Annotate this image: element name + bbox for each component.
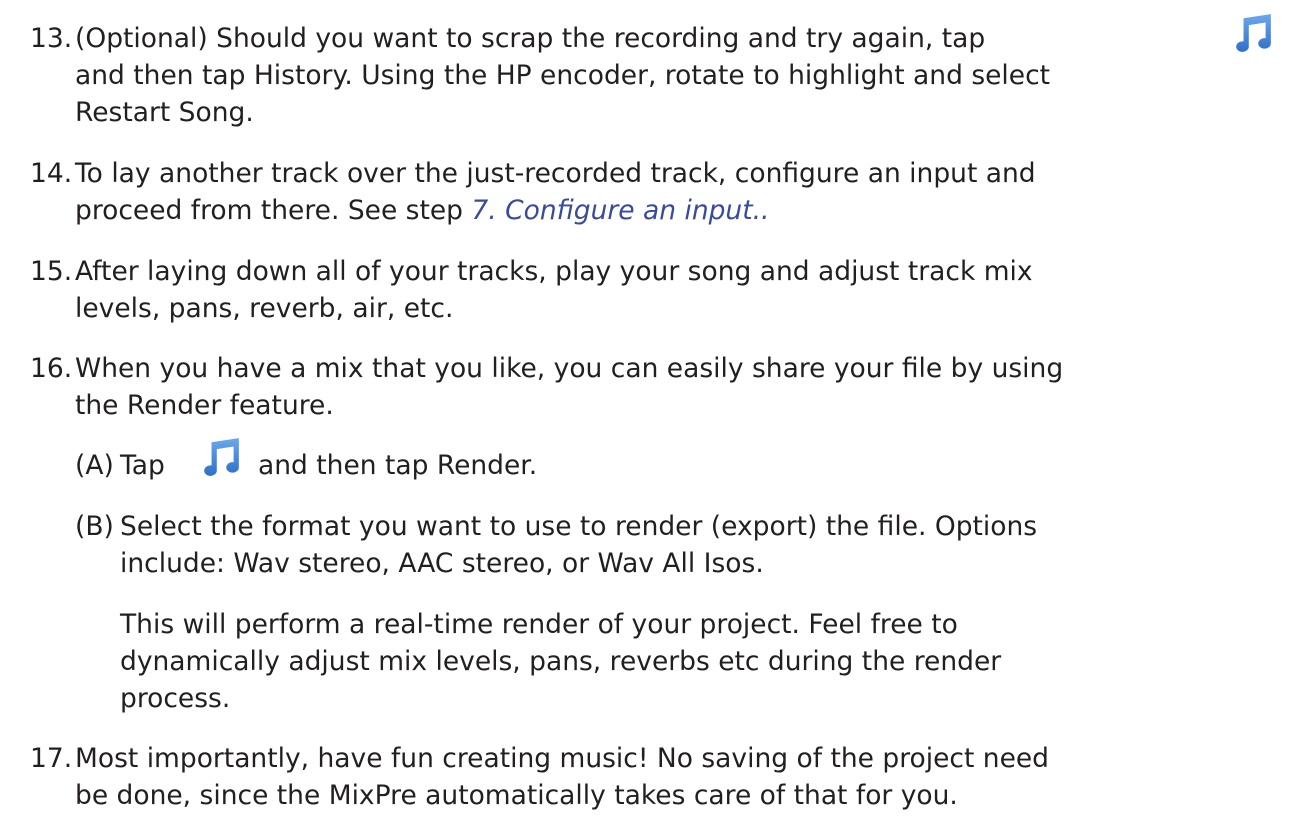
step-line: When you have a mix that you like, you c… <box>75 353 1064 384</box>
step-16: 16. When you have a mix that you like, y… <box>30 350 1280 430</box>
substep-label: (B) <box>75 511 114 542</box>
step-line: be done, since the MixPre automatically … <box>75 780 958 811</box>
step-number: 16. <box>30 353 73 384</box>
step-number: 14. <box>30 158 73 189</box>
step-line: (Optional) Should you want to scrap the … <box>75 23 986 54</box>
step-17: 17. Most importantly, have fun creating … <box>30 740 1280 820</box>
substep-line: include: Wav stereo, AAC stereo, or Wav … <box>120 548 764 579</box>
music-note-icon <box>1232 12 1274 54</box>
step-line: After laying down all of your tracks, pl… <box>75 256 1033 287</box>
step-line: and then tap History. Using the HP encod… <box>75 60 1051 91</box>
step-14: 14. To lay another track over the just-r… <box>30 155 1280 235</box>
substep-a: (A) Tap <box>75 447 1225 491</box>
music-note-icon <box>200 436 242 478</box>
render-note: This will perform a real-time render of … <box>120 606 1250 717</box>
step-15: 15. After laying down all of your tracks… <box>30 253 1280 333</box>
step-line: proceed from there. See step <box>75 195 472 226</box>
note-line: This will perform a real-time render of … <box>120 609 958 640</box>
step-number: 17. <box>30 743 73 774</box>
note-line: dynamically adjust mix levels, pans, rev… <box>120 646 1002 677</box>
step-line: the Render feature. <box>75 390 334 421</box>
substep-line: Select the format you want to use to ren… <box>120 511 1038 542</box>
step-line: Restart Song. <box>75 97 254 128</box>
step-line: To lay another track over the just-recor… <box>75 158 1036 189</box>
step-number: 13. <box>30 23 73 54</box>
step-line: Most importantly, have fun creating musi… <box>75 743 1050 774</box>
substep-text: Tap <box>120 450 165 481</box>
step-line: levels, pans, reverb, air, etc. <box>75 293 454 324</box>
configure-input-link[interactable]: 7. Configure an input.. <box>471 195 769 226</box>
substep-label: (A) <box>75 450 114 481</box>
step-number: 15. <box>30 256 73 287</box>
note-line: process. <box>120 683 231 714</box>
document-page: 13. (Optional) Should you want to scrap … <box>0 0 1292 822</box>
substep-b: (B) Select the format you want to use to… <box>75 508 1225 588</box>
substep-text: and then tap Render. <box>258 450 538 481</box>
step-13: 13. (Optional) Should you want to scrap … <box>30 20 1280 140</box>
